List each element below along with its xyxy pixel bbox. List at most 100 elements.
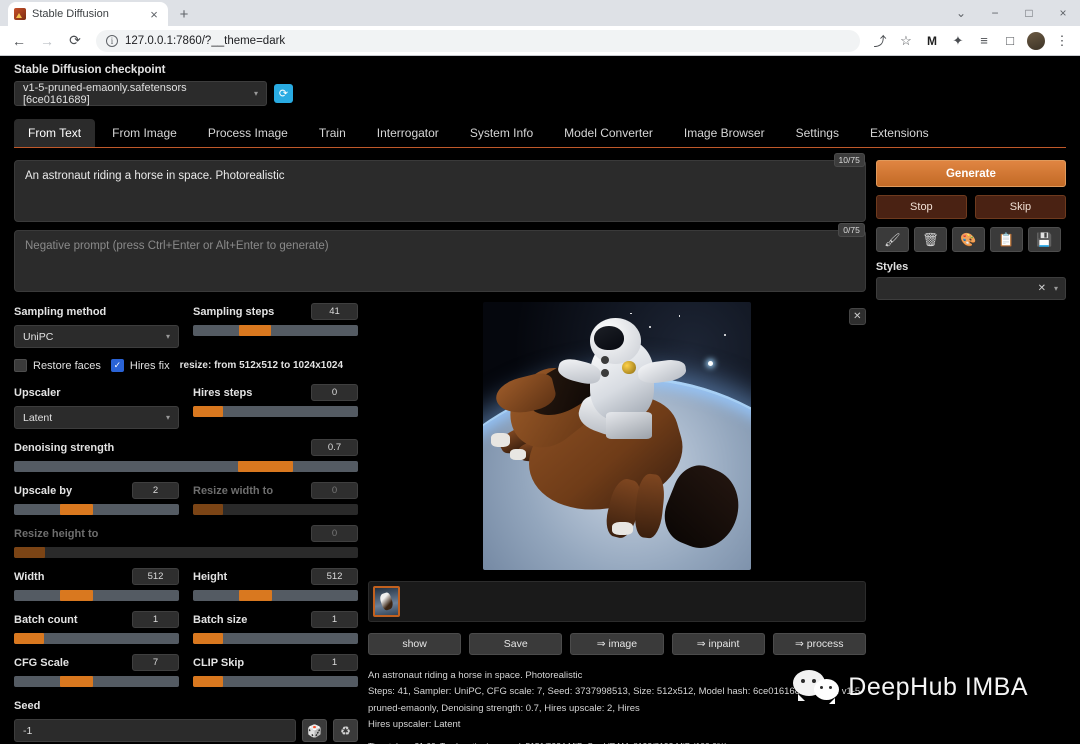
window-controls: ⌄ − □ × (944, 0, 1080, 26)
sampling-steps-slider[interactable] (193, 325, 358, 336)
styles-select[interactable]: ✕ ▾ (876, 277, 1066, 300)
tab-model-converter[interactable]: Model Converter (550, 119, 667, 147)
resize-width-slider[interactable] (193, 504, 358, 515)
clear-styles-icon[interactable]: ✕ (1038, 283, 1046, 294)
generation-info: An astronaut riding a horse in space. Ph… (368, 668, 866, 744)
prompt-textarea[interactable]: 10/75 An astronaut riding a horse in spa… (14, 160, 866, 222)
checkpoint-select[interactable]: v1-5-pruned-emaonly.safetensors [6ce0161… (14, 81, 267, 106)
browser-tab[interactable]: Stable Diffusion × (8, 2, 168, 26)
chevron-down-icon: ▾ (166, 413, 170, 422)
cfg-scale-value[interactable]: 7 (132, 654, 179, 671)
trash-icon[interactable]: 🗑 (914, 227, 947, 252)
height-slider[interactable] (193, 590, 358, 601)
sampling-steps-label: Sampling steps (193, 306, 274, 318)
tab-image-browser[interactable]: Image Browser (670, 119, 779, 147)
tab-from-text[interactable]: From Text (14, 119, 95, 147)
width-field: Width 512 (14, 567, 179, 601)
send-to-image-button[interactable]: ⇒ image (570, 633, 663, 655)
address-bar[interactable]: i 127.0.0.1:7860/?__theme=dark (96, 30, 860, 52)
chevron-down-icon: ▾ (254, 89, 258, 98)
paintbrush-icon[interactable]: 🖌 (876, 227, 909, 252)
reload-icon[interactable]: ⟳ (62, 28, 88, 54)
palette-icon[interactable]: 🎨 (952, 227, 985, 252)
tab-settings[interactable]: Settings (782, 119, 853, 147)
site-info-icon[interactable]: i (106, 35, 118, 47)
width-slider[interactable] (14, 590, 179, 601)
show-button[interactable]: show (368, 633, 461, 655)
checkbox-icon (14, 359, 27, 372)
upscale-by-value[interactable]: 2 (132, 482, 179, 499)
hires-steps-field: Hires steps 0 (193, 383, 358, 429)
negative-prompt-textarea[interactable]: 0/75 Negative prompt (press Ctrl+Enter o… (14, 230, 866, 292)
seed-value: -1 (23, 725, 32, 737)
resize-height-field: Resize height to 0 (14, 524, 358, 558)
hires-fix-checkbox[interactable]: ✓ Hires fix (111, 359, 170, 372)
random-seed-dice-icon[interactable]: 🎲 (302, 719, 327, 742)
profile-avatar[interactable] (1024, 29, 1048, 53)
sampling-method-select[interactable]: UniPC ▾ (14, 325, 179, 348)
restore-faces-checkbox[interactable]: Restore faces (14, 359, 101, 372)
batch-count-value[interactable]: 1 (132, 611, 179, 628)
back-icon[interactable]: ← (6, 28, 32, 54)
save-floppy-icon[interactable]: 💾 (1028, 227, 1061, 252)
prompt-value: An astronaut riding a horse in space. Ph… (25, 170, 855, 182)
browser-menu-icon[interactable]: ⋮ (1050, 29, 1074, 53)
stop-button[interactable]: Stop (876, 195, 967, 219)
upscaler-select[interactable]: Latent ▾ (14, 406, 179, 429)
resize-height-value[interactable]: 0 (311, 525, 358, 542)
tab-extensions[interactable]: Extensions (856, 119, 943, 147)
batch-size-slider[interactable] (193, 633, 358, 644)
skip-button[interactable]: Skip (975, 195, 1066, 219)
height-value[interactable]: 512 (311, 568, 358, 585)
hires-steps-slider[interactable] (193, 406, 358, 417)
upscale-by-slider[interactable] (14, 504, 179, 515)
send-to-inpaint-button[interactable]: ⇒ inpaint (672, 633, 765, 655)
side-panel-icon[interactable]: □ (998, 29, 1022, 53)
seed-label: Seed (14, 700, 40, 712)
extension-m-icon[interactable]: M (920, 29, 944, 53)
share-icon[interactable]: ⤴ (868, 29, 892, 53)
batch-count-slider[interactable] (14, 633, 179, 644)
stable-diffusion-webui: Stable Diffusion checkpoint v1-5-pruned-… (0, 56, 1080, 744)
height-field: Height 512 (193, 567, 358, 601)
generate-button[interactable]: Generate (876, 160, 1066, 187)
upscale-by-label: Upscale by (14, 485, 72, 497)
refresh-checkpoints-icon[interactable]: ⟳ (274, 84, 293, 103)
seed-input[interactable]: -1 (14, 719, 296, 742)
clipboard-icon[interactable]: 📋 (990, 227, 1023, 252)
tab-close-icon[interactable]: × (146, 6, 162, 22)
tab-process-image[interactable]: Process Image (194, 119, 302, 147)
clip-skip-slider[interactable] (193, 676, 358, 687)
puzzle-icon[interactable]: ✦ (946, 29, 970, 53)
tab-train[interactable]: Train (305, 119, 360, 147)
save-button[interactable]: Save (469, 633, 562, 655)
denoising-strength-slider[interactable] (14, 461, 358, 472)
tab-interrogator[interactable]: Interrogator (363, 119, 453, 147)
denoising-strength-value[interactable]: 0.7 (311, 439, 358, 456)
close-window-icon[interactable]: × (1046, 0, 1080, 26)
cfg-scale-slider[interactable] (14, 676, 179, 687)
reuse-seed-recycle-icon[interactable]: ♻ (333, 719, 358, 742)
new-tab-icon[interactable]: + (176, 6, 192, 22)
batch-size-value[interactable]: 1 (311, 611, 358, 628)
bookmark-star-icon[interactable]: ☆ (894, 29, 918, 53)
resize-width-value[interactable]: 0 (311, 482, 358, 499)
hires-steps-value[interactable]: 0 (311, 384, 358, 401)
width-value[interactable]: 512 (132, 568, 179, 585)
batch-count-field: Batch count 1 (14, 610, 179, 644)
clip-skip-field: CLIP Skip 1 (193, 653, 358, 687)
generated-image[interactable] (483, 302, 751, 570)
tab-system-info[interactable]: System Info (456, 119, 547, 147)
address-bar-url: 127.0.0.1:7860/?__theme=dark (125, 35, 285, 47)
tab-search-chevron-icon[interactable]: ⌄ (944, 0, 978, 26)
send-to-process-button[interactable]: ⇒ process (773, 633, 866, 655)
reading-list-icon[interactable]: ≡ (972, 29, 996, 53)
gallery-thumbnail[interactable] (373, 586, 400, 617)
minimize-icon[interactable]: − (978, 0, 1012, 26)
tab-from-image[interactable]: From Image (98, 119, 191, 147)
resize-height-slider[interactable] (14, 547, 358, 558)
forward-icon[interactable]: → (34, 28, 60, 54)
maximize-icon[interactable]: □ (1012, 0, 1046, 26)
clip-skip-value[interactable]: 1 (311, 654, 358, 671)
sampling-steps-value[interactable]: 41 (311, 303, 358, 320)
